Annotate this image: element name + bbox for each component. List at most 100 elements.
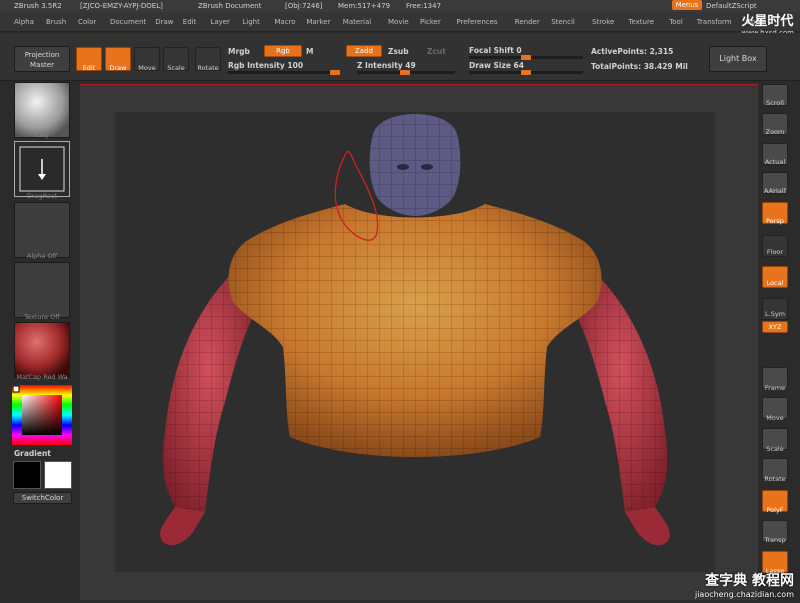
object-count: [Obj:7246] bbox=[285, 2, 323, 10]
menu-item-color[interactable]: Color bbox=[78, 12, 96, 32]
alpha-thumbnail[interactable] bbox=[14, 202, 70, 258]
menu-item-layer[interactable]: Layer bbox=[210, 12, 230, 32]
menu-item-movie[interactable]: Movie bbox=[388, 12, 409, 32]
free-memory: Free:1347 bbox=[406, 2, 442, 10]
menu-item-light[interactable]: Light bbox=[242, 12, 259, 32]
rgb-intensity-knob[interactable] bbox=[330, 70, 340, 75]
head-wireframe bbox=[369, 114, 461, 216]
menu-item-marker[interactable]: Marker bbox=[306, 12, 330, 32]
secondary-color-swatch[interactable] bbox=[44, 461, 72, 489]
menu-item-alpha[interactable]: Alpha bbox=[14, 12, 34, 32]
menu-item-picker[interactable]: Picker bbox=[420, 12, 441, 32]
projection-master-button[interactable]: Projection Master bbox=[14, 46, 70, 72]
menu-item-brush[interactable]: Brush bbox=[46, 12, 66, 32]
menu-item-stroke[interactable]: Stroke bbox=[592, 12, 614, 32]
light-box-button[interactable]: Light Box bbox=[709, 46, 767, 72]
edit-label: Edit bbox=[82, 64, 96, 72]
scale-label: Scale bbox=[167, 64, 185, 72]
floor-label: Floor bbox=[766, 248, 784, 256]
scroll-label: Scroll bbox=[766, 99, 784, 107]
texture-caption: Texture Off bbox=[24, 313, 60, 321]
zsub-button[interactable]: Zsub bbox=[388, 47, 409, 56]
menus-toggle-button[interactable]: Menus bbox=[672, 0, 702, 10]
menu-item-preferences[interactable]: Preferences bbox=[456, 12, 497, 32]
active-points: ActivePoints: 2,315 bbox=[591, 47, 674, 56]
texture-thumbnail[interactable] bbox=[14, 262, 70, 318]
clay-brush-thumbnail[interactable] bbox=[14, 82, 70, 138]
arrow-down-icon bbox=[19, 146, 65, 192]
menu-item-render[interactable]: Render bbox=[515, 12, 540, 32]
right-eye bbox=[421, 164, 433, 170]
menu-item-stencil[interactable]: Stencil bbox=[551, 12, 575, 32]
rotate-label: Rotate bbox=[197, 64, 219, 72]
left-eye bbox=[397, 164, 409, 170]
serial-number: [ZJCO-EMZY-AYPJ-DOEL] bbox=[80, 2, 163, 10]
z-intensity-knob[interactable] bbox=[400, 70, 410, 75]
rgb-button[interactable]: Rgb bbox=[264, 45, 302, 57]
matcap-caption: MatCap Red Wa bbox=[16, 373, 68, 381]
mrgb-button[interactable]: Mrgb bbox=[228, 47, 250, 56]
torso-wireframe bbox=[228, 204, 602, 457]
draw-size-knob[interactable] bbox=[521, 70, 531, 75]
left-hand bbox=[160, 507, 205, 546]
xyz-label: XYZ bbox=[768, 323, 782, 331]
menu-item-macro[interactable]: Macro bbox=[274, 12, 295, 32]
gradient-label[interactable]: Gradient bbox=[14, 449, 51, 458]
menu-item-tool[interactable]: Tool bbox=[669, 12, 683, 32]
transp-label: Transp bbox=[764, 536, 786, 544]
menu-item-document[interactable]: Document bbox=[110, 12, 146, 32]
draw-label: Draw bbox=[109, 64, 127, 72]
color-picker[interactable] bbox=[12, 385, 72, 445]
zadd-button[interactable]: Zadd bbox=[346, 45, 382, 57]
document-name: ZBrush Document bbox=[198, 2, 262, 10]
matcap-material-thumbnail[interactable] bbox=[14, 322, 70, 378]
watermark: 查字典 教程网 jiaocheng.chazidian.com bbox=[695, 570, 794, 599]
dragrect-caption: DragRect bbox=[26, 192, 58, 200]
actual-label: Actual bbox=[764, 158, 786, 166]
watermark-url: jiaocheng.chazidian.com bbox=[694, 590, 794, 599]
zcut-button[interactable]: Zcut bbox=[427, 47, 446, 56]
aahalf-label: AAHalf bbox=[763, 187, 787, 195]
rgb-intensity-label: Rgb Intensity 100 bbox=[228, 61, 304, 70]
color-wheel-icon bbox=[12, 385, 72, 445]
dragrect-stroke-thumbnail[interactable] bbox=[14, 141, 70, 197]
menu-item-material[interactable]: Material bbox=[343, 12, 371, 32]
alpha-caption: Alpha Off bbox=[26, 252, 58, 260]
clay-caption: Clay bbox=[34, 131, 50, 139]
persp-label: Persp bbox=[766, 217, 784, 225]
viewport-canvas[interactable] bbox=[115, 112, 715, 572]
focal-shift-slider[interactable] bbox=[469, 55, 583, 60]
menu-bar: Alpha Brush Color Document Draw Edit Layer Ligh… bbox=[0, 12, 800, 32]
logo-text: 火星时代 bbox=[741, 14, 794, 29]
total-points: TotalPoints: 38.429 Mil bbox=[591, 62, 688, 71]
draw-size-label: Draw Size 64 bbox=[469, 61, 524, 70]
switchcolor-button[interactable]: SwitchColor bbox=[13, 492, 72, 504]
app-name: ZBrush 3.5R2 bbox=[14, 2, 62, 10]
zoom-label: Zoom bbox=[765, 128, 785, 136]
watermark-text: 查字典 教程网 bbox=[705, 573, 794, 589]
menu-item-transform[interactable]: Transform bbox=[697, 12, 732, 32]
z-intensity-slider[interactable] bbox=[357, 70, 455, 75]
m-button[interactable]: M bbox=[306, 47, 313, 56]
menu-item-texture[interactable]: Texture bbox=[628, 12, 654, 32]
lsym-label: L.Sym bbox=[765, 310, 785, 318]
sculpt-model bbox=[160, 114, 670, 546]
focal-shift-knob[interactable] bbox=[521, 55, 531, 60]
menu-item-edit[interactable]: Edit bbox=[183, 12, 197, 32]
z-intensity-label: Z Intensity 49 bbox=[357, 61, 416, 70]
title-bar: ZBrush 3.5R2 [ZJCO-EMZY-AYPJ-DOEL] ZBrus… bbox=[0, 0, 800, 12]
scale-view-label: Scale bbox=[766, 445, 784, 453]
document-border-line bbox=[80, 84, 758, 85]
rgb-intensity-slider[interactable] bbox=[228, 70, 340, 75]
focal-shift-label: Focal Shift 0 bbox=[469, 46, 522, 55]
main-color-swatch[interactable] bbox=[13, 461, 41, 489]
frame-label: Frame bbox=[764, 384, 786, 392]
rotate-view-label: Rotate bbox=[764, 475, 786, 483]
move-label: Move bbox=[138, 64, 156, 72]
draw-size-slider[interactable] bbox=[469, 70, 583, 75]
move-view-label: Move bbox=[766, 414, 784, 422]
right-hand bbox=[625, 507, 670, 546]
local-label: Local bbox=[766, 279, 784, 287]
polyf-label: PolyF bbox=[766, 506, 784, 514]
menu-item-draw[interactable]: Draw bbox=[155, 12, 173, 32]
